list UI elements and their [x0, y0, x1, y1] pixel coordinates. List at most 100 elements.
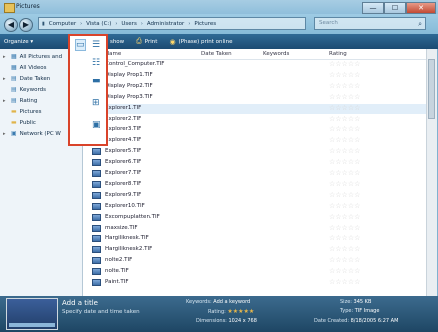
rating-stars[interactable]: ☆☆☆☆☆: [329, 245, 360, 253]
file-row[interactable]: Display Prop1.TIF ☆☆☆☆☆: [83, 71, 426, 81]
rating-stars[interactable]: ☆☆☆☆☆: [329, 234, 360, 242]
file-row[interactable]: Explorer8.TIF ☆☆☆☆☆: [83, 180, 426, 190]
column-rating[interactable]: Rating: [329, 51, 347, 57]
forward-button[interactable]: ▶: [19, 18, 33, 32]
small-icons-icon[interactable]: ▣: [92, 120, 101, 130]
file-row[interactable]: Hargiliknesk2.TIF ☆☆☆☆☆: [83, 245, 426, 255]
breadcrumb-drive[interactable]: Vista (C:): [86, 21, 111, 27]
file-row[interactable]: Explorer1.TIF ☆☆☆☆☆: [83, 103, 426, 114]
file-row[interactable]: Explorer6.TIF ☆☆☆☆☆: [83, 158, 426, 168]
file-name: Display Prop3.TIF: [105, 93, 153, 100]
dimensions-label: Dimensions:: [196, 318, 227, 324]
rating-stars[interactable]: ☆☆☆☆☆: [329, 213, 360, 221]
search-icon[interactable]: ⌕: [418, 20, 422, 29]
expand-icon: ▸: [3, 53, 6, 60]
file-row[interactable]: Hargiliknesk.TIF ☆☆☆☆☆: [83, 234, 426, 244]
breadcrumb-computer[interactable]: Computer: [49, 21, 76, 27]
rating-stars[interactable]: ☆☆☆☆☆: [329, 82, 360, 90]
expand-icon: ▸: [3, 130, 6, 137]
rating-stars[interactable]: ☆☆☆☆☆: [329, 158, 360, 166]
rating-stars[interactable]: ☆☆☆☆☆: [329, 147, 360, 155]
rating-stars[interactable]: ☆☆☆☆☆: [329, 180, 360, 188]
chevron-right-icon: ›: [140, 20, 143, 27]
date-taken-field[interactable]: Specify date and time taken: [62, 309, 140, 315]
print-button[interactable]: ⎙ Print: [136, 37, 157, 46]
vertical-scrollbar[interactable]: [426, 49, 437, 296]
list-view-icon[interactable]: ☰: [92, 40, 100, 50]
file-row[interactable]: Explorer9.TIF ☆☆☆☆☆: [83, 191, 426, 201]
sidebar-item-pictures[interactable]: ▬ Pictures: [3, 108, 41, 115]
file-row[interactable]: Explorer4.TIF ☆☆☆☆☆: [83, 136, 426, 146]
sidebar-item-public[interactable]: ▬ Public: [3, 119, 36, 126]
sidebar-item-keywords[interactable]: ▤ Keywords: [3, 86, 46, 93]
file-row[interactable]: Explorer3.TIF ☆☆☆☆☆: [83, 125, 426, 135]
globe-icon: ◉: [169, 37, 176, 46]
address-row: ◀ ▶ ▮ Computer › Vista (C:) › Users › Ad…: [0, 14, 438, 34]
rating-stars[interactable]: ☆☆☆☆☆: [329, 191, 360, 199]
rating-stars[interactable]: ☆☆☆☆☆: [329, 104, 360, 112]
sidebar-item-all-videos[interactable]: ▦ All Videos: [3, 64, 47, 71]
maximize-button[interactable]: ☐: [384, 2, 406, 14]
title-field[interactable]: Add a title: [62, 299, 98, 307]
file-row[interactable]: Control_Computer.TIF ☆☆☆☆☆: [83, 60, 426, 70]
details-view-icon[interactable]: ☷: [92, 58, 100, 68]
rating-stars[interactable]: ☆☆☆☆☆: [329, 136, 360, 144]
file-row[interactable]: maxsize.TIF ☆☆☆☆☆: [83, 224, 426, 234]
file-row[interactable]: Display Prop3.TIF ☆☆☆☆☆: [83, 93, 426, 103]
thumbnail-preview: [6, 298, 58, 330]
dimensions-value: 1024 x 768: [228, 318, 257, 324]
file-row[interactable]: Explorer2.TIF ☆☆☆☆☆: [83, 115, 426, 125]
rating-stars[interactable]: ☆☆☆☆☆: [329, 224, 360, 232]
file-row[interactable]: Display Prop2.TIF ☆☆☆☆☆: [83, 82, 426, 92]
minimize-button[interactable]: —: [362, 2, 384, 14]
rating-stars[interactable]: ☆☆☆☆☆: [329, 202, 360, 210]
large-icons-icon[interactable]: ▬: [92, 76, 101, 86]
organize-button[interactable]: Organize ▾: [4, 39, 33, 45]
image-file-icon: [92, 224, 101, 232]
breadcrumb-administrator[interactable]: Administrator: [147, 21, 185, 27]
close-button[interactable]: ✕: [406, 2, 436, 14]
rating-stars[interactable]: ☆☆☆☆☆: [329, 115, 360, 123]
rating-stars[interactable]: ☆☆☆☆☆: [329, 125, 360, 133]
column-keywords[interactable]: Keywords: [263, 51, 289, 57]
search-input[interactable]: Search ⌕: [314, 17, 426, 30]
file-name: Explorer5.TIF: [105, 148, 142, 155]
breadcrumb-pictures[interactable]: Pictures: [194, 21, 216, 27]
scrollbar-thumb[interactable]: [428, 59, 435, 119]
sidebar-item-all-pictures[interactable]: ▸ ▦ All Pictures and: [3, 53, 62, 60]
file-row[interactable]: Explorer10.TIF ☆☆☆☆☆: [83, 202, 426, 212]
sidebar-item-rating[interactable]: ▸ ▤ Rating: [3, 97, 37, 104]
file-row[interactable]: nolte2.TIF ☆☆☆☆☆: [83, 256, 426, 266]
rating-meta[interactable]: Rating: ★★★★★: [208, 308, 254, 315]
back-button[interactable]: ◀: [4, 18, 18, 32]
file-row[interactable]: nolte.TIF ☆☆☆☆☆: [83, 267, 426, 277]
file-row[interactable]: Paint.TIF ☆☆☆☆☆: [83, 278, 426, 288]
sidebar-item-network[interactable]: ▸ ▣ Network (PC W: [3, 130, 61, 137]
rating-stars[interactable]: ☆☆☆☆☆: [329, 169, 360, 177]
rating-stars[interactable]: ★★★★★: [227, 308, 254, 315]
rating-stars[interactable]: ☆☆☆☆☆: [329, 278, 360, 286]
rating-stars[interactable]: ☆☆☆☆☆: [329, 256, 360, 264]
sidebar-item-date-taken[interactable]: ▸ ▤ Date Taken: [3, 75, 50, 82]
folder-icon: ▬: [11, 119, 17, 126]
breadcrumb-users[interactable]: Users: [121, 21, 136, 27]
rating-stars[interactable]: ☆☆☆☆☆: [329, 60, 360, 68]
address-bar[interactable]: ▮ Computer › Vista (C:) › Users › Admini…: [38, 17, 306, 30]
keywords-meta[interactable]: Keywords: Add a keyword: [186, 299, 250, 305]
file-row[interactable]: Explorer5.TIF ☆☆☆☆☆: [83, 147, 426, 157]
extra-large-icons-icon[interactable]: ▭: [75, 39, 86, 51]
order-prints-button[interactable]: ◉ (Phase) print online: [169, 38, 232, 46]
title-bar: Pictures — ☐ ✕: [0, 0, 438, 14]
rating-stars[interactable]: ☆☆☆☆☆: [329, 93, 360, 101]
tiles-view-icon[interactable]: ⊞: [92, 98, 100, 108]
column-date-taken[interactable]: Date Taken: [201, 51, 232, 57]
file-name: Explorer9.TIF: [105, 191, 142, 198]
file-name: Explorer10.TIF: [105, 202, 145, 209]
image-file-icon: [92, 246, 101, 254]
file-row[interactable]: Explorer7.TIF ☆☆☆☆☆: [83, 169, 426, 179]
organize-label: Organize ▾: [4, 38, 34, 45]
rating-stars[interactable]: ☆☆☆☆☆: [329, 267, 360, 275]
rating-stars[interactable]: ☆☆☆☆☆: [329, 71, 360, 79]
type-value: TIF Image: [354, 308, 380, 314]
file-row[interactable]: Excompuplatten.TIF ☆☆☆☆☆: [83, 213, 426, 223]
